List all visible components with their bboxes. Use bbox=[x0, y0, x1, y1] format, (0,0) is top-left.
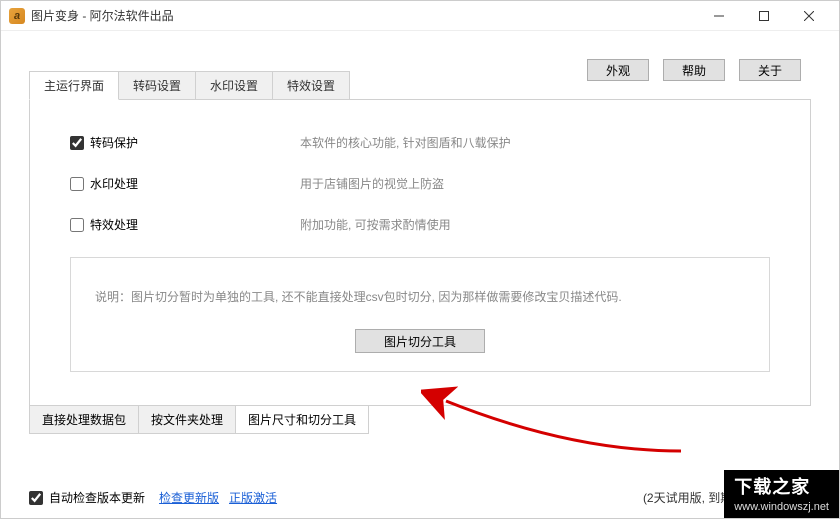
bottom-tab-size-split[interactable]: 图片尺寸和切分工具 bbox=[235, 405, 369, 434]
tab-main[interactable]: 主运行界面 bbox=[29, 71, 119, 100]
desc-watermark: 用于店铺图片的视觉上防盗 bbox=[300, 175, 444, 192]
maximize-button[interactable] bbox=[741, 2, 786, 30]
main-tabstrip: 主运行界面 转码设置 水印设置 特效设置 bbox=[29, 71, 811, 100]
checkbox-transcode-protect[interactable]: 转码保护 bbox=[70, 134, 300, 151]
footer: 自动检查版本更新 检查更新版 正版激活 (2天试用版, 到期时间2020-07-… bbox=[29, 489, 811, 506]
checkbox-watermark-label: 水印处理 bbox=[90, 175, 138, 192]
checkbox-effects[interactable]: 特效处理 bbox=[70, 216, 300, 233]
watermark: 下载之家 www.windowszj.net bbox=[724, 470, 839, 518]
checkbox-auto-update-input[interactable] bbox=[29, 491, 43, 505]
info-prefix: 说明： bbox=[95, 290, 131, 304]
tab-panel-main: 转码保护 本软件的核心功能, 针对图盾和八载保护 水印处理 用于店铺图片的视觉上… bbox=[29, 100, 811, 406]
checkbox-transcode-protect-input[interactable] bbox=[70, 136, 84, 150]
split-tool-button[interactable]: 图片切分工具 bbox=[355, 329, 485, 353]
info-box: 说明：图片切分暂时为单独的工具, 还不能直接处理csv包时切分, 因为那样做需要… bbox=[70, 257, 770, 372]
info-body: 图片切分暂时为单独的工具, 还不能直接处理csv包时切分, 因为那样做需要修改宝… bbox=[131, 290, 622, 304]
window-title: 图片变身 - 阿尔法软件出品 bbox=[31, 7, 174, 24]
tab-effects[interactable]: 特效设置 bbox=[272, 71, 350, 99]
checkbox-auto-update[interactable]: 自动检查版本更新 bbox=[29, 489, 145, 506]
watermark-title: 下载之家 bbox=[734, 476, 829, 499]
checkbox-effects-label: 特效处理 bbox=[90, 216, 138, 233]
tab-watermark[interactable]: 水印设置 bbox=[195, 71, 273, 99]
close-button[interactable] bbox=[786, 2, 831, 30]
titlebar: a 图片变身 - 阿尔法软件出品 bbox=[1, 1, 839, 31]
info-text: 说明：图片切分暂时为单独的工具, 还不能直接处理csv包时切分, 因为那样做需要… bbox=[95, 288, 745, 307]
checkbox-transcode-protect-label: 转码保护 bbox=[90, 134, 138, 151]
bottom-tab-process-folder[interactable]: 按文件夹处理 bbox=[138, 405, 236, 434]
app-icon: a bbox=[9, 8, 25, 24]
checkbox-auto-update-label: 自动检查版本更新 bbox=[49, 489, 145, 506]
watermark-url: www.windowszj.net bbox=[734, 500, 829, 514]
checkbox-effects-input[interactable] bbox=[70, 218, 84, 232]
desc-effects: 附加功能, 可按需求酌情使用 bbox=[300, 216, 451, 233]
link-activate[interactable]: 正版激活 bbox=[229, 489, 277, 506]
desc-transcode-protect: 本软件的核心功能, 针对图盾和八载保护 bbox=[300, 134, 511, 151]
checkbox-watermark-input[interactable] bbox=[70, 177, 84, 191]
checkbox-watermark[interactable]: 水印处理 bbox=[70, 175, 300, 192]
minimize-button[interactable] bbox=[696, 2, 741, 30]
bottom-tabstrip: 直接处理数据包 按文件夹处理 图片尺寸和切分工具 bbox=[29, 405, 811, 434]
link-check-update[interactable]: 检查更新版 bbox=[159, 489, 219, 506]
tab-transcode[interactable]: 转码设置 bbox=[118, 71, 196, 99]
bottom-tab-process-package[interactable]: 直接处理数据包 bbox=[29, 405, 139, 434]
